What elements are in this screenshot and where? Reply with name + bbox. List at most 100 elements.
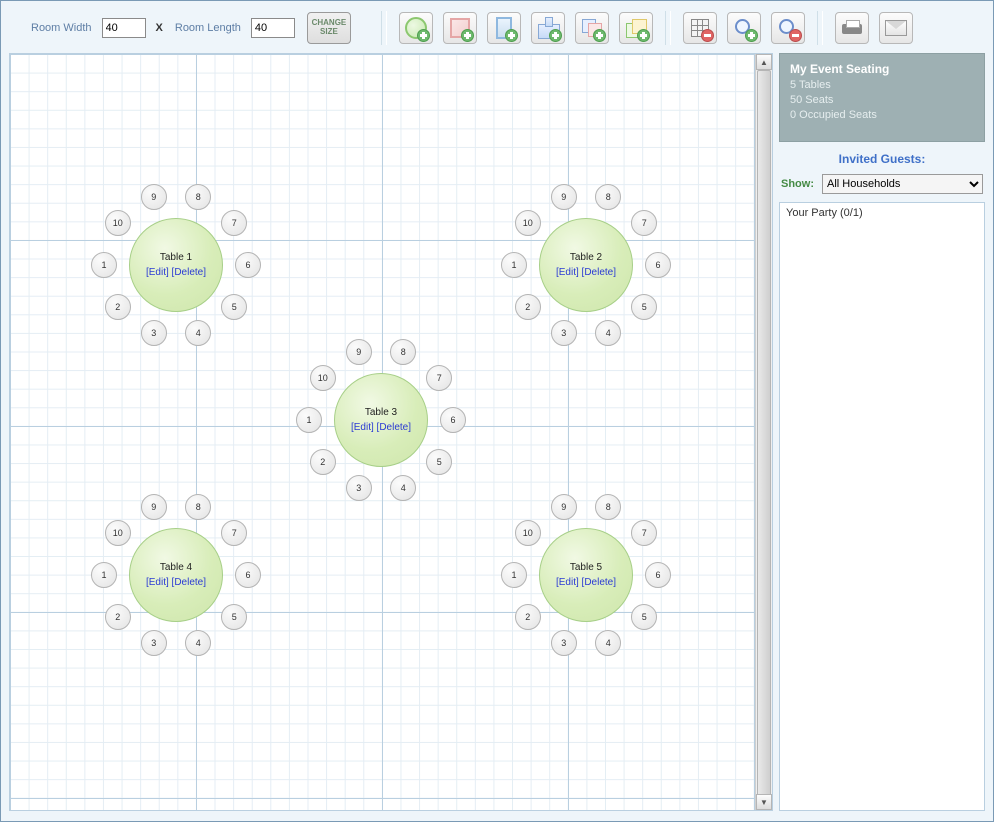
seat[interactable]: 10	[105, 520, 131, 546]
table-delete-link[interactable]: [Delete]	[582, 267, 616, 278]
add-shapes-button[interactable]	[575, 12, 609, 44]
scroll-up-arrow-icon[interactable]: ▲	[756, 54, 772, 70]
table-top[interactable]: Table 4[Edit] [Delete]	[129, 528, 223, 622]
change-size-button[interactable]: CHANGE SIZE	[307, 12, 351, 44]
seat[interactable]: 1	[296, 407, 322, 433]
seat[interactable]: 6	[645, 562, 671, 588]
table-top[interactable]: Table 1 [Edit] [Delete]	[129, 218, 223, 312]
seat[interactable]: 5	[631, 294, 657, 320]
seat[interactable]: 10	[515, 520, 541, 546]
seat[interactable]: 8	[390, 339, 416, 365]
plus-icon	[745, 29, 758, 42]
room-width-input[interactable]	[102, 18, 146, 38]
table-group[interactable]: 1 2345 6 789 10 Table 2 [Edit] [Delete]	[495, 174, 675, 354]
seat[interactable]: 6	[235, 252, 261, 278]
grid-delete-button[interactable]	[683, 12, 717, 44]
seat[interactable]: 3	[141, 630, 167, 656]
seat[interactable]: 10	[310, 365, 336, 391]
seat[interactable]: 10	[515, 210, 541, 236]
add-round-table-button[interactable]	[399, 12, 433, 44]
seat[interactable]: 1	[501, 252, 527, 278]
seat[interactable]: 6	[235, 562, 261, 588]
table-name: Table 2	[570, 252, 602, 263]
zoom-out-button[interactable]	[771, 12, 805, 44]
scroll-down-arrow-icon[interactable]: ▼	[756, 794, 772, 810]
table-group[interactable]: 1 2345 6 789 10 Table 1 [Edit] [Delete]	[85, 174, 265, 354]
seat[interactable]: 8	[595, 184, 621, 210]
seat[interactable]: 2	[105, 604, 131, 630]
table-links: [Edit] [Delete]	[556, 267, 616, 278]
table-edit-link[interactable]: [Edit]	[146, 577, 169, 588]
seat[interactable]: 5	[631, 604, 657, 630]
seat[interactable]: 5	[426, 449, 452, 475]
seat[interactable]: 3	[551, 630, 577, 656]
seat[interactable]: 6	[440, 407, 466, 433]
seat[interactable]: 4	[390, 475, 416, 501]
seat[interactable]: 7	[221, 210, 247, 236]
table-delete-link[interactable]: [Delete]	[582, 577, 616, 588]
seat[interactable]: 3	[346, 475, 372, 501]
seat[interactable]: 6	[645, 252, 671, 278]
add-square-table-button[interactable]	[443, 12, 477, 44]
table-group[interactable]: 1 2345 6 789 10Table 4[Edit] [Delete]	[85, 484, 265, 664]
seat[interactable]: 3	[551, 320, 577, 346]
seat[interactable]: 7	[631, 520, 657, 546]
seat[interactable]: 1	[91, 252, 117, 278]
table-edit-link[interactable]: [Edit]	[556, 267, 579, 278]
seat[interactable]: 9	[141, 184, 167, 210]
seat[interactable]: 4	[595, 320, 621, 346]
seat[interactable]: 3	[141, 320, 167, 346]
table-edit-link[interactable]: [Edit]	[556, 577, 579, 588]
seat[interactable]: 9	[551, 494, 577, 520]
table-delete-link[interactable]: [Delete]	[172, 577, 206, 588]
seat[interactable]: 2	[515, 604, 541, 630]
seat[interactable]: 4	[185, 630, 211, 656]
seat[interactable]: 2	[105, 294, 131, 320]
seat[interactable]: 4	[185, 320, 211, 346]
seat[interactable]: 9	[141, 494, 167, 520]
add-rect-table-button[interactable]	[487, 12, 521, 44]
zoom-in-button[interactable]	[727, 12, 761, 44]
party-list[interactable]: Your Party (0/1)	[779, 202, 985, 811]
table-name: Table 1	[160, 252, 192, 263]
toolbar: Room Width X Room Length CHANGE SIZE	[1, 1, 993, 49]
table-links: [Edit] [Delete]	[351, 422, 411, 433]
table-edit-link[interactable]: [Edit]	[146, 267, 169, 278]
email-button[interactable]	[879, 12, 913, 44]
table-name: Table 3	[365, 407, 397, 418]
vertical-scrollbar[interactable]: ▲ ▼	[755, 54, 772, 810]
seat[interactable]: 1	[501, 562, 527, 588]
table-delete-link[interactable]: [Delete]	[172, 267, 206, 278]
table-edit-link[interactable]: [Edit]	[351, 422, 374, 433]
seat[interactable]: 1	[91, 562, 117, 588]
table-top[interactable]: Table 5 [Edit] [Delete]	[539, 528, 633, 622]
table-group[interactable]: 1 2345 6 789 10 Table 5 [Edit] [Delete]	[495, 484, 675, 664]
seat[interactable]: 8	[595, 494, 621, 520]
room-length-input[interactable]	[251, 18, 295, 38]
table-delete-link[interactable]: [Delete]	[377, 422, 411, 433]
seat[interactable]: 5	[221, 604, 247, 630]
duplicate-table-button[interactable]	[619, 12, 653, 44]
seat[interactable]: 9	[346, 339, 372, 365]
table-top[interactable]: Table 2 [Edit] [Delete]	[539, 218, 633, 312]
seat[interactable]: 9	[551, 184, 577, 210]
scroll-thumb[interactable]	[757, 70, 771, 800]
floor-canvas[interactable]: 12345678910Table 1[Edit] [Delete]1234567…	[10, 54, 756, 810]
seat[interactable]: 4	[595, 630, 621, 656]
table-name: Table 5	[570, 562, 602, 573]
table-top[interactable]: Table 3 [Edit] [Delete]	[334, 373, 428, 467]
add-head-table-button[interactable]	[531, 12, 565, 44]
print-button[interactable]	[835, 12, 869, 44]
seat[interactable]: 7	[631, 210, 657, 236]
show-dropdown[interactable]: All Households	[822, 174, 983, 194]
seat[interactable]: 5	[221, 294, 247, 320]
seat[interactable]: 7	[426, 365, 452, 391]
seat[interactable]: 10	[105, 210, 131, 236]
seat[interactable]: 8	[185, 184, 211, 210]
seat[interactable]: 2	[310, 449, 336, 475]
party-item[interactable]: Your Party (0/1)	[786, 207, 978, 219]
table-group[interactable]: 1 2345 6 789 10 Table 3 [Edit] [Delete]	[290, 329, 470, 509]
seat[interactable]: 8	[185, 494, 211, 520]
seat[interactable]: 7	[221, 520, 247, 546]
seat[interactable]: 2	[515, 294, 541, 320]
